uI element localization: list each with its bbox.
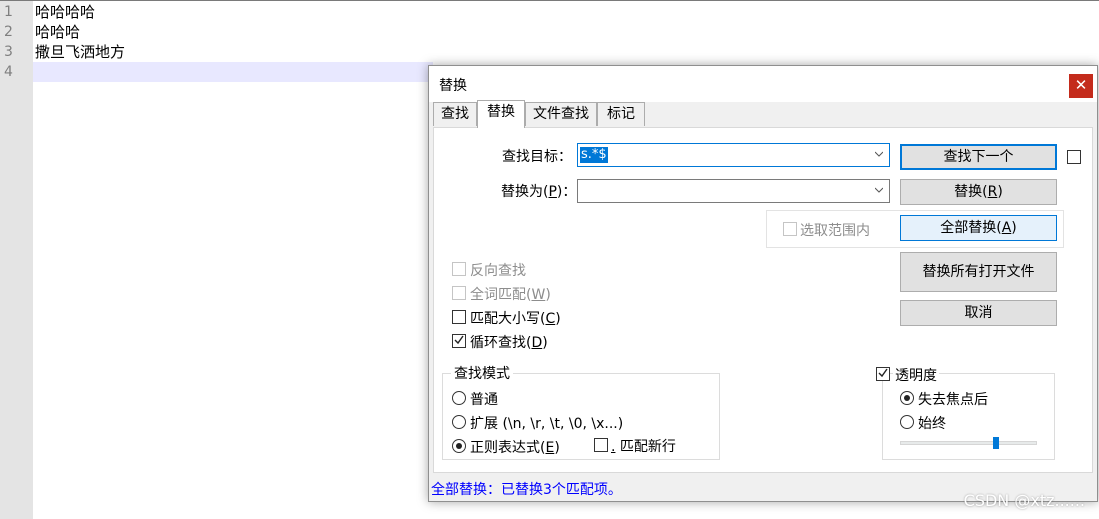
replace-dialog: 替换 ✕ 查找 替换 文件查找 标记 查找目标： s.*$ 替换为(P)： 查找… (428, 65, 1098, 502)
line-text: 哈哈哈哈 (35, 3, 96, 21)
find-label: 查找目标： (502, 149, 572, 165)
chevron-down-icon[interactable] (875, 186, 883, 194)
transparency-label: 透明度 (893, 365, 939, 385)
current-line-highlight (33, 62, 433, 82)
tab-replace[interactable]: 替换 (477, 100, 525, 128)
transparency-always-radio[interactable] (900, 415, 914, 429)
replace-tab-panel: 查找目标： s.*$ 替换为(P)： 查找下一个 替换(R) 选取范围内 全部替… (433, 127, 1093, 473)
checkmark-icon (454, 335, 464, 345)
dialog-titlebar[interactable]: 替换 ✕ (429, 66, 1097, 102)
match-case-checkbox[interactable] (452, 310, 466, 324)
search-mode-title: 查找模式 (451, 363, 513, 383)
mode-extended-radio[interactable] (452, 415, 466, 429)
transparency-on-lose-focus-label: 失去焦点后 (918, 392, 988, 408)
transparency-always-label: 始终 (918, 416, 946, 432)
mode-extended-label: 扩展 (\n, \r, \t, \0, \x...) (470, 416, 624, 432)
tab-find[interactable]: 查找 (433, 102, 477, 126)
replace-label: 替换为(P)： (501, 184, 577, 200)
transparency-slider-thumb[interactable] (992, 437, 999, 449)
radio-dot (456, 443, 462, 449)
line-number: 1 (4, 4, 13, 20)
mode-normal-label: 普通 (470, 392, 498, 408)
cancel-button[interactable]: 取消 (900, 300, 1057, 326)
find-input[interactable]: s.*$ (577, 143, 890, 167)
radio-dot (904, 395, 910, 401)
line-number: 4 (4, 64, 13, 80)
backward-checkbox[interactable] (452, 262, 466, 276)
close-icon: ✕ (1074, 76, 1088, 94)
mode-normal-radio[interactable] (452, 391, 466, 405)
editor-line[interactable]: 3 撒旦飞洒地方 (0, 42, 1099, 62)
replace-all-button[interactable]: 全部替换(A) (900, 215, 1057, 241)
mode-regex-radio[interactable] (452, 439, 466, 453)
editor-line[interactable]: 1 哈哈哈哈 (0, 2, 1099, 22)
line-number: 2 (4, 24, 13, 40)
find-input-value: s.*$ (580, 147, 608, 163)
tab-find-in-files[interactable]: 文件查找 (525, 102, 597, 126)
backward-label: 反向查找 (470, 263, 526, 279)
whole-word-label: 全词匹配(W) (470, 287, 551, 303)
replace-button[interactable]: 替换(R) (900, 179, 1057, 205)
replace-input[interactable] (577, 179, 890, 203)
line-text: 撒旦飞洒地方 (35, 43, 126, 61)
editor-line[interactable]: 2 哈哈哈 (0, 22, 1099, 42)
line-number: 3 (4, 44, 13, 60)
wrap-around-label: 循环查找(D) (470, 335, 548, 351)
close-button[interactable]: ✕ (1069, 74, 1093, 98)
replace-all-open-docs-button[interactable]: 替换所有打开文件 (900, 252, 1057, 292)
transparency-slider[interactable] (900, 441, 1037, 445)
dialog-title: 替换 (439, 78, 467, 94)
transparency-on-lose-focus-radio[interactable] (900, 391, 914, 405)
whole-word-checkbox[interactable] (452, 286, 466, 300)
mode-regex-label: 正则表达式(E) (470, 440, 560, 456)
find-next-button[interactable]: 查找下一个 (900, 144, 1057, 170)
watermark: CSDN @xtz...... (963, 491, 1085, 510)
status-message: 全部替换：已替换3个匹配项。 (431, 482, 622, 498)
dot-matches-newline-checkbox[interactable] (594, 438, 608, 452)
chevron-down-icon[interactable] (875, 150, 883, 158)
wrap-around-checkbox[interactable] (452, 334, 466, 348)
in-selection-label: 选取范围内 (800, 223, 870, 239)
in-selection-checkbox[interactable] (783, 222, 797, 236)
find-next-checkbox[interactable] (1067, 150, 1081, 164)
line-text: 哈哈哈 (35, 23, 81, 41)
match-case-label: 匹配大小写(C) (470, 311, 561, 327)
checkmark-icon (878, 368, 888, 378)
dot-matches-newline-label: . 匹配新行 (611, 439, 676, 455)
tab-mark[interactable]: 标记 (597, 102, 645, 126)
transparency-checkbox[interactable] (876, 367, 890, 381)
